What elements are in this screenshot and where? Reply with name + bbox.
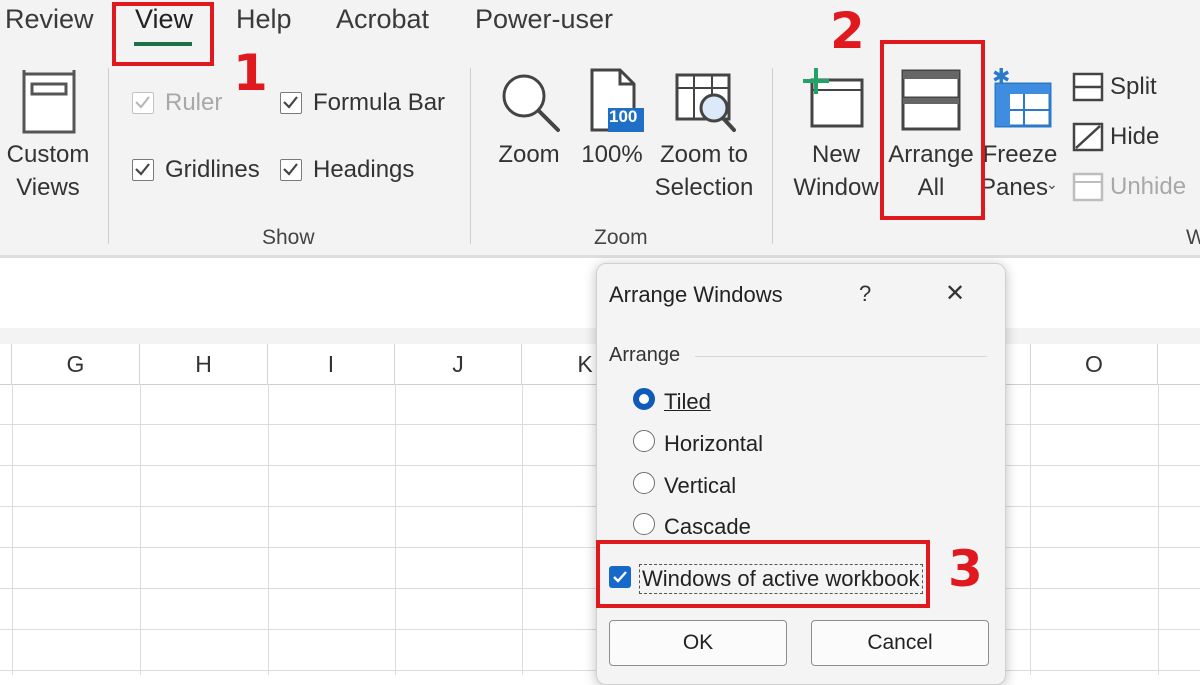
zoom-label: Zoom bbox=[498, 141, 560, 168]
column-header-h[interactable]: H bbox=[140, 344, 268, 384]
ribbon: Review View Help Acrobat Power-user 1 Cu… bbox=[0, 0, 1200, 255]
help-button[interactable]: ? bbox=[859, 281, 871, 307]
new-window-label-1: New bbox=[811, 141, 860, 168]
freeze-panes-button[interactable]: ✱ Freeze Panes ⌄ bbox=[980, 62, 1062, 212]
ok-button[interactable]: OK bbox=[609, 620, 787, 666]
formula-bar-checkbox[interactable] bbox=[280, 92, 302, 114]
tab-acrobat[interactable]: Acrobat bbox=[336, 4, 429, 35]
custom-views-icon bbox=[22, 70, 76, 134]
tab-power-user[interactable]: Power-user bbox=[475, 4, 613, 35]
ruler-label: Ruler bbox=[165, 89, 223, 116]
column-line bbox=[140, 384, 141, 675]
column-line bbox=[1030, 384, 1031, 675]
zoom-to-selection-button[interactable]: Zoom to Selection bbox=[650, 66, 760, 216]
zoom-100-label: 100% bbox=[581, 141, 643, 168]
freeze-panes-icon: ✱ bbox=[992, 66, 1052, 128]
zoom-100-button[interactable]: 100 100% bbox=[578, 66, 648, 206]
annotation-box-active-workbook bbox=[596, 540, 930, 608]
zoom-to-selection-label-2: Selection bbox=[654, 174, 754, 201]
column-header-edge bbox=[0, 344, 12, 384]
headings-label: Headings bbox=[313, 156, 415, 183]
show-group-label: Show bbox=[262, 226, 315, 249]
group-separator bbox=[470, 68, 471, 244]
annotation-box-arrange-all bbox=[880, 40, 985, 220]
group-separator bbox=[108, 68, 109, 244]
zoom-to-selection-label-1: Zoom to bbox=[659, 141, 749, 168]
column-header-o[interactable]: O bbox=[1030, 344, 1158, 384]
new-window-icon bbox=[803, 68, 864, 128]
tab-help[interactable]: Help bbox=[236, 4, 292, 35]
column-line bbox=[268, 384, 269, 675]
column-header-i[interactable]: I bbox=[268, 344, 395, 384]
window-group-label: W bbox=[1186, 226, 1200, 249]
column-header-j[interactable]: J bbox=[395, 344, 522, 384]
chevron-down-icon: ⌄ bbox=[1046, 176, 1058, 192]
horizontal-radio[interactable] bbox=[633, 430, 655, 452]
vertical-radio[interactable] bbox=[633, 472, 655, 494]
group-separator bbox=[772, 68, 773, 244]
freeze-panes-label-1: Freeze bbox=[982, 141, 1058, 168]
column-line bbox=[1158, 384, 1159, 675]
annotation-number-2: 2 bbox=[830, 2, 865, 60]
unhide-icon bbox=[1072, 172, 1104, 202]
formula-bar-label: Formula Bar bbox=[313, 89, 446, 116]
check-icon bbox=[135, 163, 150, 176]
tiled-radio[interactable] bbox=[633, 388, 655, 410]
close-button[interactable]: ✕ bbox=[945, 279, 965, 308]
tiled-label: Tiled bbox=[664, 389, 711, 414]
unhide-button[interactable]: Unhide bbox=[1110, 173, 1186, 201]
column-line bbox=[395, 384, 396, 675]
annotation-number-1: 1 bbox=[233, 44, 268, 102]
hide-icon bbox=[1072, 122, 1104, 152]
zoom-selection-icon bbox=[675, 73, 736, 132]
column-header-g[interactable]: G bbox=[12, 344, 140, 384]
page-100-icon-text: 100 bbox=[609, 107, 638, 126]
check-icon bbox=[283, 96, 298, 109]
freeze-panes-label-2: Panes bbox=[979, 174, 1049, 201]
magnifier-icon bbox=[502, 74, 560, 132]
cascade-label: Cascade bbox=[664, 514, 751, 539]
section-divider bbox=[695, 356, 987, 357]
svg-text:✱: ✱ bbox=[992, 66, 1010, 90]
new-window-label-2: Window bbox=[793, 174, 879, 201]
hide-button[interactable]: Hide bbox=[1110, 123, 1159, 151]
custom-views-label-2: Views bbox=[16, 174, 80, 201]
custom-views-label-1: Custom bbox=[6, 141, 90, 168]
annotation-box-view-tab bbox=[112, 2, 214, 66]
gridlines-label: Gridlines bbox=[165, 156, 260, 183]
column-line bbox=[522, 384, 523, 675]
cascade-radio[interactable] bbox=[633, 513, 655, 535]
custom-views-button[interactable]: Custom Views bbox=[0, 60, 100, 210]
dialog-title: Arrange Windows bbox=[609, 282, 783, 307]
zoom-button[interactable]: Zoom bbox=[490, 66, 570, 206]
column-line bbox=[12, 384, 13, 675]
arrange-windows-dialog: Arrange Windows ? ✕ Arrange Tiled Horizo… bbox=[596, 263, 1006, 685]
gridlines-checkbox[interactable] bbox=[132, 159, 154, 181]
split-icon bbox=[1072, 72, 1104, 102]
split-button[interactable]: Split bbox=[1110, 73, 1157, 101]
ruler-checkbox[interactable] bbox=[132, 92, 154, 114]
vertical-label: Vertical bbox=[664, 473, 737, 498]
arrange-section-label: Arrange bbox=[609, 344, 681, 366]
tab-review[interactable]: Review bbox=[5, 4, 94, 35]
cancel-button[interactable]: Cancel bbox=[811, 620, 989, 666]
headings-checkbox[interactable] bbox=[280, 159, 302, 181]
new-window-button[interactable]: New Window bbox=[790, 62, 882, 212]
check-icon bbox=[135, 96, 150, 109]
annotation-number-3: 3 bbox=[948, 540, 983, 598]
horizontal-label: Horizontal bbox=[664, 431, 764, 456]
zoom-group-label: Zoom bbox=[594, 226, 648, 249]
check-icon bbox=[283, 163, 298, 176]
